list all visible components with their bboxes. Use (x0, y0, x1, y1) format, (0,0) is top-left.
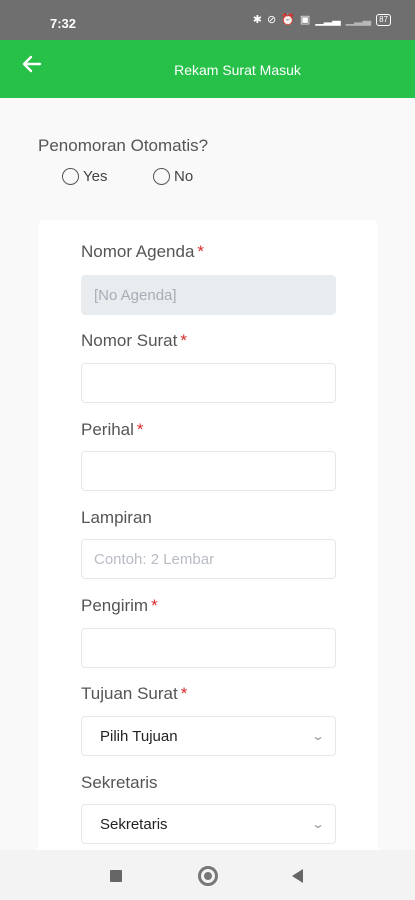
label-perihal: Perihal * (81, 420, 144, 439)
status-bar: 7:32 ✱ ⊘ ⏰ ▣ ▁▂▃ ▁▂▃ 87 (0, 0, 415, 40)
back-icon[interactable] (292, 869, 303, 883)
form-card: Nomor Agenda * [No Agenda] Nomor Surat * P… (38, 220, 378, 860)
label-nomor-surat: Nomor Surat * (81, 331, 187, 350)
label-nomor-agenda: Nomor Agenda * (81, 242, 205, 261)
nomor-surat-input[interactable] (81, 363, 336, 403)
battery-icon: 87 (376, 13, 391, 26)
recents-icon[interactable] (110, 870, 122, 882)
label-pengirim: Pengirim * (81, 596, 158, 615)
sekretaris-select[interactable]: Sekretaris ⌄ (81, 804, 336, 844)
radio-no-label: No (174, 168, 194, 185)
agenda-field: [No Agenda] (81, 275, 336, 315)
tujuan-select[interactable]: Pilih Tujuan ⌄ (81, 716, 336, 756)
status-icons: ✱ ⊘ ⏰ ▣ ▁▂▃ ▁▂▃ 87 (253, 13, 391, 26)
chevron-down-icon: ⌄ (310, 729, 326, 743)
bluetooth-icon: ✱ (252, 14, 262, 26)
mute-icon: ⊘ (266, 14, 277, 26)
pengirim-input[interactable] (81, 628, 336, 668)
page-title: Rekam Surat Masuk (174, 62, 301, 78)
label-lampiran: Lampiran (81, 508, 152, 527)
label-tujuan-surat: Tujuan Surat * (81, 684, 188, 703)
auto-numbering-label: Penomoran Otomatis? (38, 136, 209, 155)
radio-no[interactable]: No (153, 168, 193, 185)
radio-circle-icon (153, 168, 170, 185)
perihal-input[interactable] (81, 451, 336, 491)
chevron-down-icon: ⌄ (310, 817, 326, 831)
signal-icon: ▁▂▃ (315, 14, 341, 26)
radio-yes[interactable]: Yes (62, 168, 107, 185)
system-nav-bar (0, 850, 415, 900)
lampiran-input[interactable]: Contoh: 2 Lembar (81, 539, 336, 579)
radio-yes-label: Yes (83, 168, 108, 185)
radio-circle-icon (62, 168, 79, 185)
label-sekretaris: Sekretaris (81, 773, 158, 792)
status-time: 7:32 (50, 16, 77, 31)
app-bar: Rekam Surat Masuk (0, 40, 415, 98)
message-icon: ▣ (299, 14, 311, 26)
form-content: Penomoran Otomatis? Yes No Nomor Agenda *… (0, 98, 415, 860)
home-icon[interactable] (198, 866, 218, 886)
signal-weak-icon: ▁▂▃ (345, 14, 372, 26)
alarm-icon: ⏰ (281, 14, 295, 26)
